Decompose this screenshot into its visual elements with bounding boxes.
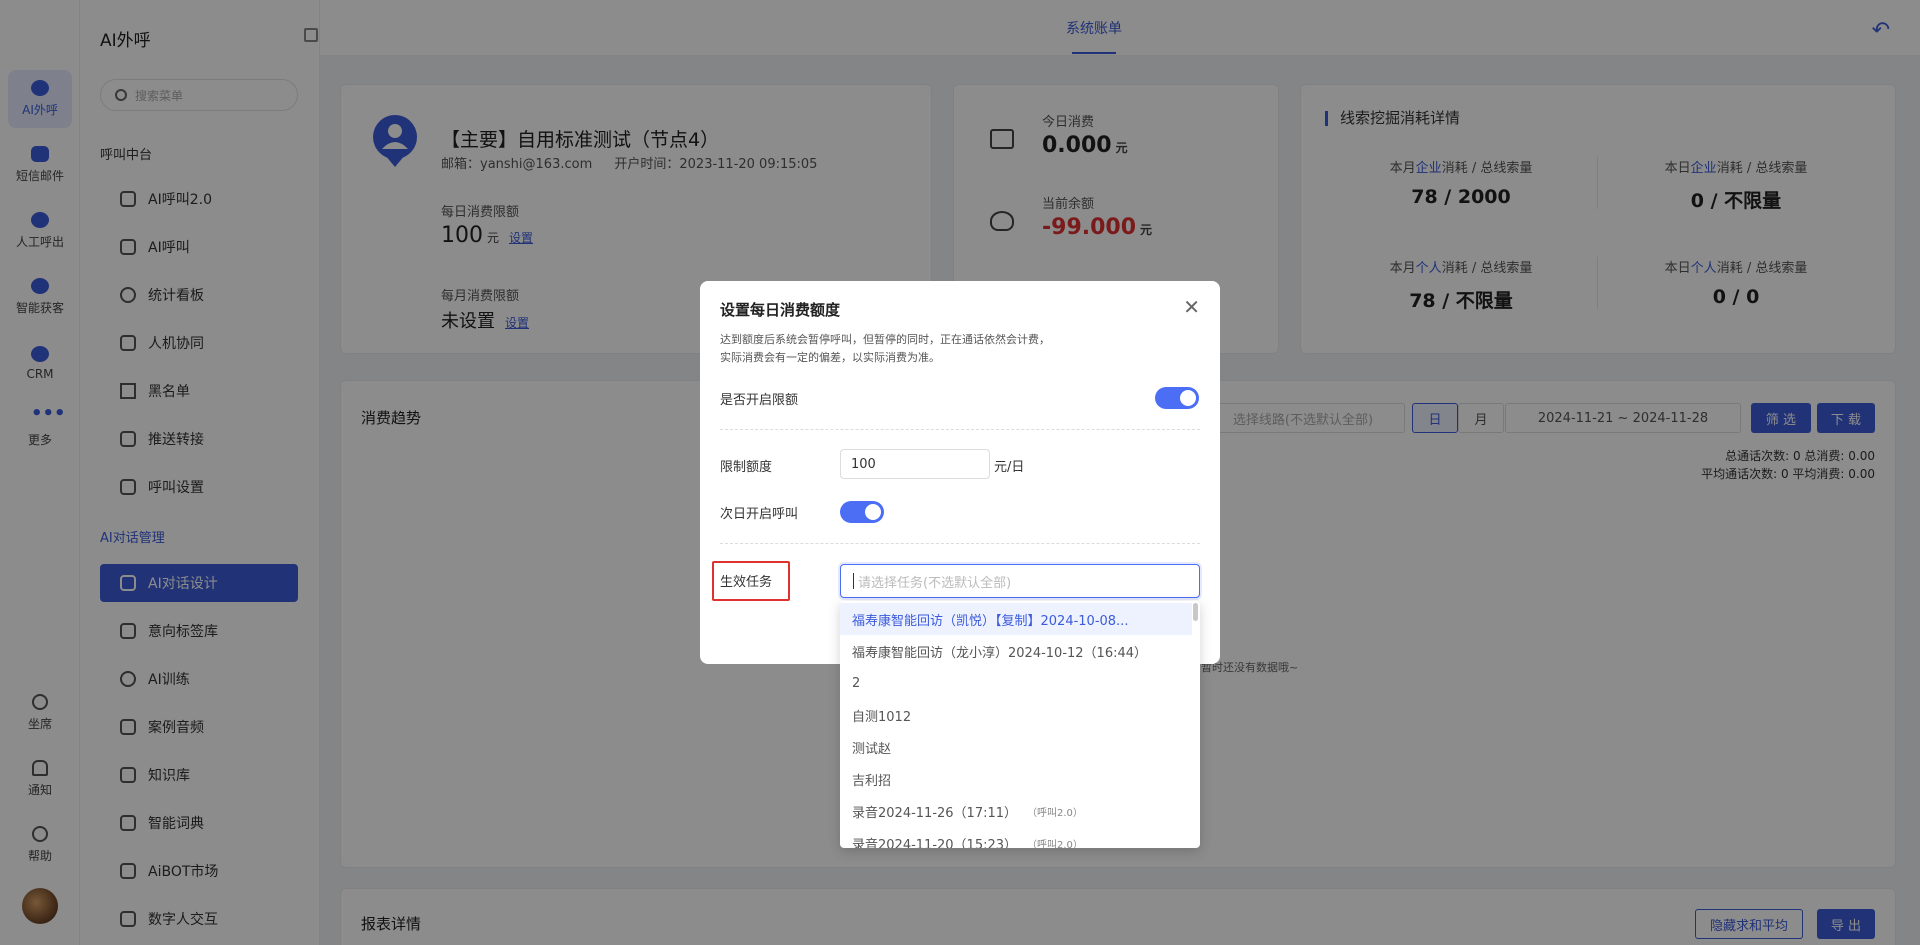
modal-desc-line: 实际消费会有一定的偏差，以实际消费为准。: [720, 351, 940, 364]
modal-desc-line: 达到额度后系统会暂停呼叫，但暂停的同时，正在通话依然会计费，: [720, 333, 1050, 346]
task-option[interactable]: 吉利招: [840, 763, 1192, 795]
next-day-call-label: 次日开启呼叫: [720, 507, 799, 522]
modal-title: 设置每日消费额度: [720, 301, 841, 319]
task-select-placeholder: 请选择任务(不选默认全部): [858, 575, 1012, 591]
effective-task-label: 生效任务: [720, 575, 773, 590]
task-option[interactable]: 福寿康智能回访（龙小淳）2024-10-12（16:44）: [840, 635, 1192, 667]
task-option[interactable]: 2: [840, 667, 1192, 699]
task-option-label: 录音2024-11-26（17:11）: [852, 805, 1018, 821]
modal-description: 达到额度后系统会暂停呼叫，但暂停的同时，正在通话依然会计费， 实际消费会有一定的…: [720, 331, 1050, 367]
task-option-label: 录音2024-11-20（15:23）: [852, 837, 1018, 849]
task-option-label: 自测1012: [852, 709, 912, 725]
enable-limit-label: 是否开启限额: [720, 393, 799, 408]
task-option-label: 吉利招: [852, 773, 892, 789]
close-icon[interactable]: ✕: [1183, 295, 1200, 319]
task-option-tag: （呼叫2.0）: [1027, 807, 1083, 819]
task-select-input[interactable]: 请选择任务(不选默认全部): [840, 564, 1200, 598]
dropdown-scrollbar[interactable]: [1193, 603, 1198, 621]
task-option-label: 测试赵: [852, 741, 892, 757]
enable-limit-toggle[interactable]: [1155, 387, 1199, 409]
task-option-label: 2: [852, 675, 861, 691]
task-option[interactable]: 自测1012: [840, 699, 1192, 731]
next-day-call-toggle[interactable]: [840, 501, 884, 523]
task-option-label: 福寿康智能回访（龙小淳）2024-10-12（16:44）: [852, 645, 1148, 661]
task-option[interactable]: 录音2024-11-26（17:11） （呼叫2.0）: [840, 795, 1192, 827]
task-dropdown: 福寿康智能回访（凯悦）【复制】2024-10-08... 福寿康智能回访（龙小淳…: [840, 601, 1200, 848]
task-option-tag: （呼叫2.0）: [1027, 839, 1083, 849]
divider: [720, 429, 1200, 430]
limit-amount-label: 限制额度: [720, 460, 773, 475]
task-option-label: 福寿康智能回访（凯悦）【复制】2024-10-08...: [852, 613, 1129, 629]
limit-amount-unit: 元/日: [994, 460, 1025, 475]
task-option[interactable]: 福寿康智能回访（凯悦）【复制】2024-10-08...: [840, 603, 1192, 635]
task-option[interactable]: 录音2024-11-20（15:23） （呼叫2.0）: [840, 827, 1192, 849]
text-caret: [853, 573, 854, 589]
limit-amount-input[interactable]: [840, 449, 990, 479]
divider: [720, 543, 1200, 544]
task-option[interactable]: 测试赵: [840, 731, 1192, 763]
